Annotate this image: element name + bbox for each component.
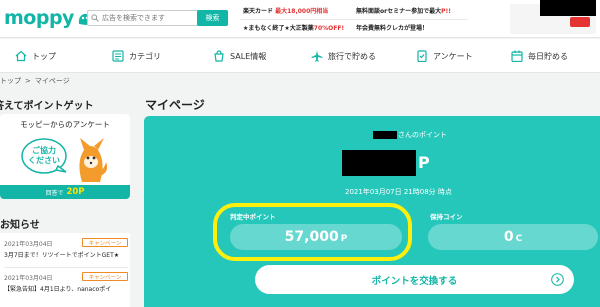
- notice-list: 2021年03月04日 キャンペーン 3月7日まで！リツイートでポイントGET★…: [0, 233, 130, 307]
- exchange-button-label: ポイントを交換する: [371, 275, 458, 287]
- notice-badge: キャンペーン: [82, 238, 128, 247]
- page-title: マイページ: [145, 98, 205, 112]
- survey-bubble-line1: ご協力: [32, 145, 56, 155]
- notice-section-title: お知らせ: [0, 220, 40, 231]
- coin-box: 0 C: [428, 224, 598, 250]
- chevron-right-icon: [551, 273, 564, 286]
- home-icon: [14, 49, 28, 63]
- owner-suffix: さんのポイント: [398, 131, 447, 139]
- nav-item-survey[interactable]: アンケート: [415, 48, 473, 64]
- breadcrumb-top[interactable]: トップ: [0, 76, 21, 86]
- nav-label: SALE情報: [230, 51, 267, 61]
- points-owner: さんのポイント: [373, 130, 447, 140]
- survey-icon: [415, 49, 429, 63]
- nav-label: 毎日貯める: [528, 51, 568, 61]
- notice-badge: キャンペーン: [82, 272, 128, 281]
- breadcrumb: トップ > マイページ: [0, 76, 70, 86]
- survey-bubble-line2: ください: [28, 156, 60, 165]
- coin-unit: C: [515, 233, 523, 244]
- survey-section-title: 答えてポイントゲット: [0, 101, 94, 112]
- balance-unit: P: [418, 153, 430, 172]
- sale-icon: [212, 49, 226, 63]
- search-input[interactable]: [102, 11, 192, 25]
- nav-item-top[interactable]: トップ: [14, 48, 56, 64]
- airplane-icon: [310, 49, 324, 63]
- promo-link-3[interactable]: ★まもなく終了★大正製薬70%OFF!: [243, 23, 344, 32]
- nav-label: トップ: [32, 51, 56, 61]
- breadcrumb-current: マイページ: [34, 77, 70, 85]
- promo-link-2[interactable]: 無料面談orセミナー参加で最大P!!: [356, 6, 451, 15]
- notice-divider: [4, 267, 128, 268]
- nav-label: 旅行で貯める: [328, 51, 376, 61]
- notice-item[interactable]: 2021年03月04日 キャンペーン 3月7日まで！リツイートでポイントGET★: [4, 238, 128, 260]
- nav-item-category[interactable]: カテゴリ: [111, 48, 161, 64]
- logo-text: moppy: [4, 7, 74, 29]
- promo-link-1[interactable]: 楽天カード 最大18,000円相当: [243, 6, 328, 15]
- notice-text[interactable]: 3月7日まで！リツイートでポイントGET★: [4, 251, 128, 260]
- notice-text[interactable]: 【緊急告知】4月1日より、nanacoポイ: [4, 285, 128, 294]
- main-nav: トップ カテゴリ SALE情報 旅行で貯める アンケート 毎日貯める: [0, 39, 600, 73]
- redacted-username: [373, 131, 397, 139]
- coin-value: 0: [503, 229, 514, 245]
- nav-label: カテゴリ: [129, 51, 161, 61]
- survey-reward-bar[interactable]: 回答で 20P: [0, 185, 130, 199]
- redacted-user-info: [540, 0, 596, 16]
- search-button[interactable]: 検索: [197, 10, 228, 26]
- promo-divider: [240, 19, 468, 20]
- category-icon: [111, 49, 125, 63]
- nav-item-travel[interactable]: 旅行で貯める: [310, 48, 376, 64]
- nav-item-sale[interactable]: SALE情報: [212, 48, 266, 64]
- notification-badge[interactable]: [570, 17, 590, 27]
- survey-reward-value: 20P: [66, 187, 85, 197]
- survey-card-title: モッピーからのアンケート: [20, 120, 110, 129]
- points-balance: P: [342, 150, 430, 176]
- breadcrumb-separator: >: [25, 77, 31, 85]
- coin-label: 保持コイン: [430, 213, 463, 221]
- moppy-logo[interactable]: moppy: [4, 6, 93, 30]
- promo-link-4[interactable]: 年会費無料クレカが登場！: [356, 23, 428, 32]
- nav-label: アンケート: [433, 51, 473, 61]
- survey-mascot-illustration: ご協力 ください: [20, 132, 110, 184]
- nav-item-daily[interactable]: 毎日貯める: [510, 48, 568, 64]
- redacted-balance: [342, 150, 416, 176]
- calendar-icon: [510, 49, 524, 63]
- search-icon: [88, 11, 102, 25]
- survey-reward-label: 回答で: [45, 189, 64, 197]
- balance-timestamp: 2021年03月07日 21時08分 時点: [345, 188, 452, 196]
- highlight-annotation: [213, 203, 412, 261]
- site-header: moppy 検索 楽天カード 最大18,000円相当 無料面談orセミナー参加で…: [0, 0, 600, 38]
- exchange-points-button[interactable]: ポイントを交換する: [255, 265, 574, 294]
- survey-card[interactable]: モッピーからのアンケート ご協力 ください 回答で 20P: [0, 114, 130, 199]
- notice-item[interactable]: 2021年03月04日 キャンペーン 【緊急告知】4月1日より、nanacoポイ: [4, 272, 128, 294]
